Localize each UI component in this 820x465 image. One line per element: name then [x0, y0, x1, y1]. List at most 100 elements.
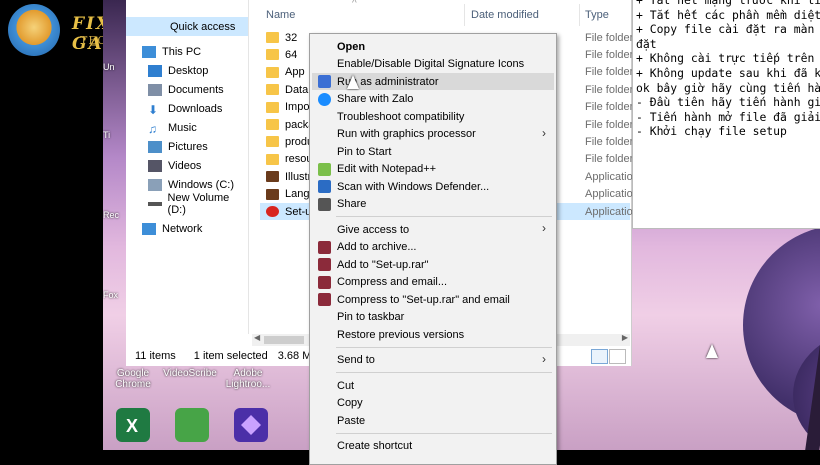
- notepad-line: đặt: [636, 36, 657, 51]
- menu-item-add-to-set-up-rar[interactable]: Add to "Set-up.rar": [312, 256, 554, 273]
- nav-network[interactable]: Network: [126, 219, 248, 238]
- mascot-icon: [8, 4, 60, 56]
- drive-icon: [148, 178, 162, 191]
- notepad-line: + Tắt hết các phần mềm diệt v: [636, 7, 820, 22]
- nav-label: Documents: [168, 83, 224, 96]
- menu-item-enable-disable-digital-signature-icons[interactable]: Enable/Disable Digital Signature Icons: [312, 56, 554, 73]
- nav-documents[interactable]: Documents: [126, 80, 248, 99]
- menu-item-open[interactable]: Open: [312, 38, 554, 55]
- column-divider[interactable]: [464, 4, 465, 26]
- nav-quick-access[interactable]: Quick access: [126, 17, 248, 36]
- menu-item-pin-to-taskbar[interactable]: Pin to taskbar: [312, 309, 554, 326]
- large-icons-view-button[interactable]: [609, 349, 626, 364]
- nav-videos[interactable]: Videos: [126, 156, 248, 175]
- menu-item-pin-to-start[interactable]: Pin to Start: [312, 143, 554, 160]
- menu-item-label: Create shortcut: [337, 440, 413, 452]
- notepad-text[interactable]: + Tắt hết mạng trước khi tiến + Tắt hết c…: [633, 0, 820, 139]
- menu-item-label: Open: [337, 40, 366, 53]
- menu-separator: [336, 216, 552, 217]
- column-divider[interactable]: [579, 4, 580, 26]
- menu-item-share[interactable]: Share: [312, 196, 554, 213]
- nav-label: This PC: [162, 45, 202, 58]
- drive-icon: [148, 201, 162, 206]
- file-type: File folder: [585, 135, 634, 148]
- folder-icon: [266, 136, 279, 148]
- menu-item-share-with-zalo[interactable]: Share with Zalo: [312, 91, 554, 108]
- menu-item-scan-with-windows-defender[interactable]: Scan with Windows Defender...: [312, 178, 554, 195]
- item-count: 11 items: [135, 350, 176, 362]
- selection-count: 1 item selected: [193, 350, 268, 362]
- notepadpp-icon: [318, 162, 331, 176]
- menu-item-troubleshoot-compatibility[interactable]: Troubleshoot compatibility: [312, 108, 554, 125]
- desktop-icon-partial[interactable]: Rec: [103, 210, 125, 240]
- shield-icon: [318, 75, 331, 88]
- nav-drive-d[interactable]: New Volume (D:): [126, 192, 248, 216]
- menu-item-compress-to-set-up-rar-and-email[interactable]: Compress to "Set-up.rar" and email: [312, 291, 554, 308]
- nav-this-pc[interactable]: This PC: [126, 42, 248, 61]
- menu-item-copy[interactable]: Copy: [312, 395, 554, 412]
- menu-item-send-to[interactable]: Send to ›: [312, 352, 554, 369]
- notepad-window[interactable]: + Tắt hết mạng trước khi tiến + Tắt hết c…: [632, 0, 820, 229]
- desktop-icon-partial[interactable]: Ti: [103, 130, 125, 160]
- desktop-icon-partial[interactable]: Un: [103, 62, 125, 92]
- file-type: Application: [585, 205, 639, 218]
- menu-item-label: Paste: [337, 414, 366, 427]
- star-icon: [138, 21, 152, 33]
- nav-music[interactable]: ♫ Music: [126, 118, 248, 137]
- winrar-icon: [318, 293, 331, 306]
- desktop-shortcut-lightroom[interactable]: Adobe Lightroo...: [218, 368, 278, 390]
- excel-icon[interactable]: X: [116, 408, 150, 442]
- scroll-left-icon[interactable]: ◀: [254, 333, 260, 342]
- column-date-modified[interactable]: Date modified: [471, 9, 539, 21]
- sort-arrow-icon: ^: [352, 0, 357, 9]
- menu-item-restore-previous-versions[interactable]: Restore previous versions: [312, 326, 554, 343]
- shortcut-label: Google Chrome: [115, 368, 151, 390]
- nav-pictures[interactable]: Pictures: [126, 137, 248, 156]
- menu-item-give-access-to[interactable]: Give access to ›: [312, 221, 554, 238]
- desktop-shortcut-chrome[interactable]: Google Chrome: [103, 368, 163, 390]
- chevron-right-icon: ›: [542, 221, 546, 235]
- details-view-button[interactable]: [591, 349, 608, 364]
- folder-icon: [266, 153, 279, 165]
- context-menu: Open Enable/Disable Digital Signature Ico…: [309, 33, 557, 465]
- menu-item-label: Restore previous versions: [337, 328, 465, 341]
- nav-downloads[interactable]: ⬇ Downloads: [126, 99, 248, 118]
- desktop-shortcut-videoscribe[interactable]: VideoScribe: [160, 368, 220, 379]
- scrollbar-thumb[interactable]: [264, 336, 304, 344]
- menu-item-label: Run with graphics processor: [337, 128, 476, 140]
- menu-item-label: Edit with Notepad++: [337, 163, 437, 175]
- menu-item-edit-with-notepad[interactable]: Edit with Notepad++: [312, 161, 554, 178]
- notepad-line: - Đầu tiên hãy tiến hành giải: [636, 95, 820, 110]
- menu-separator: [336, 346, 552, 348]
- column-type[interactable]: Type: [585, 9, 609, 21]
- notepad-line: - Khởi chạy file setup: [636, 124, 787, 139]
- folder-icon: [266, 66, 279, 78]
- app-diamond-icon[interactable]: [234, 408, 268, 442]
- camtasia-icon[interactable]: [175, 408, 209, 442]
- videos-icon: [148, 159, 162, 172]
- nav-label: Music: [168, 121, 197, 134]
- desktop-folder-icon: [148, 64, 162, 77]
- menu-item-add-to-archive[interactable]: Add to archive...: [312, 239, 554, 256]
- menu-item-label: Give access to: [337, 223, 410, 236]
- notepad-line: + Copy file cài đặt ra màn h: [636, 22, 820, 37]
- menu-item-compress-and-email[interactable]: Compress and email...: [312, 274, 554, 291]
- navigation-pane: Quick access This PC Desktop Documents ⬇…: [126, 0, 249, 334]
- nav-desktop[interactable]: Desktop: [126, 61, 248, 80]
- notepad-line: + Tắt hết mạng trước khi tiến: [636, 0, 820, 7]
- nav-label: Downloads: [168, 102, 223, 115]
- menu-item-label: Pin to Start: [337, 145, 392, 158]
- pictures-icon: [148, 140, 162, 153]
- menu-item-run-with-graphics-processor[interactable]: Run with graphics processor ›: [312, 126, 554, 143]
- column-name[interactable]: Name: [266, 9, 295, 21]
- desktop-icon-partial[interactable]: Fox: [103, 290, 125, 320]
- nav-label: Windows (C:): [168, 178, 235, 191]
- svg-text:X: X: [126, 416, 138, 436]
- menu-item-label: Add to "Set-up.rar": [337, 258, 429, 271]
- menu-item-paste[interactable]: Paste: [312, 412, 554, 429]
- menu-item-create-shortcut[interactable]: Create shortcut: [312, 438, 554, 455]
- application-icon: [266, 188, 279, 200]
- scroll-right-icon[interactable]: ▶: [622, 333, 628, 342]
- menu-item-cut[interactable]: Cut: [312, 377, 554, 394]
- file-type: File folder: [585, 118, 634, 131]
